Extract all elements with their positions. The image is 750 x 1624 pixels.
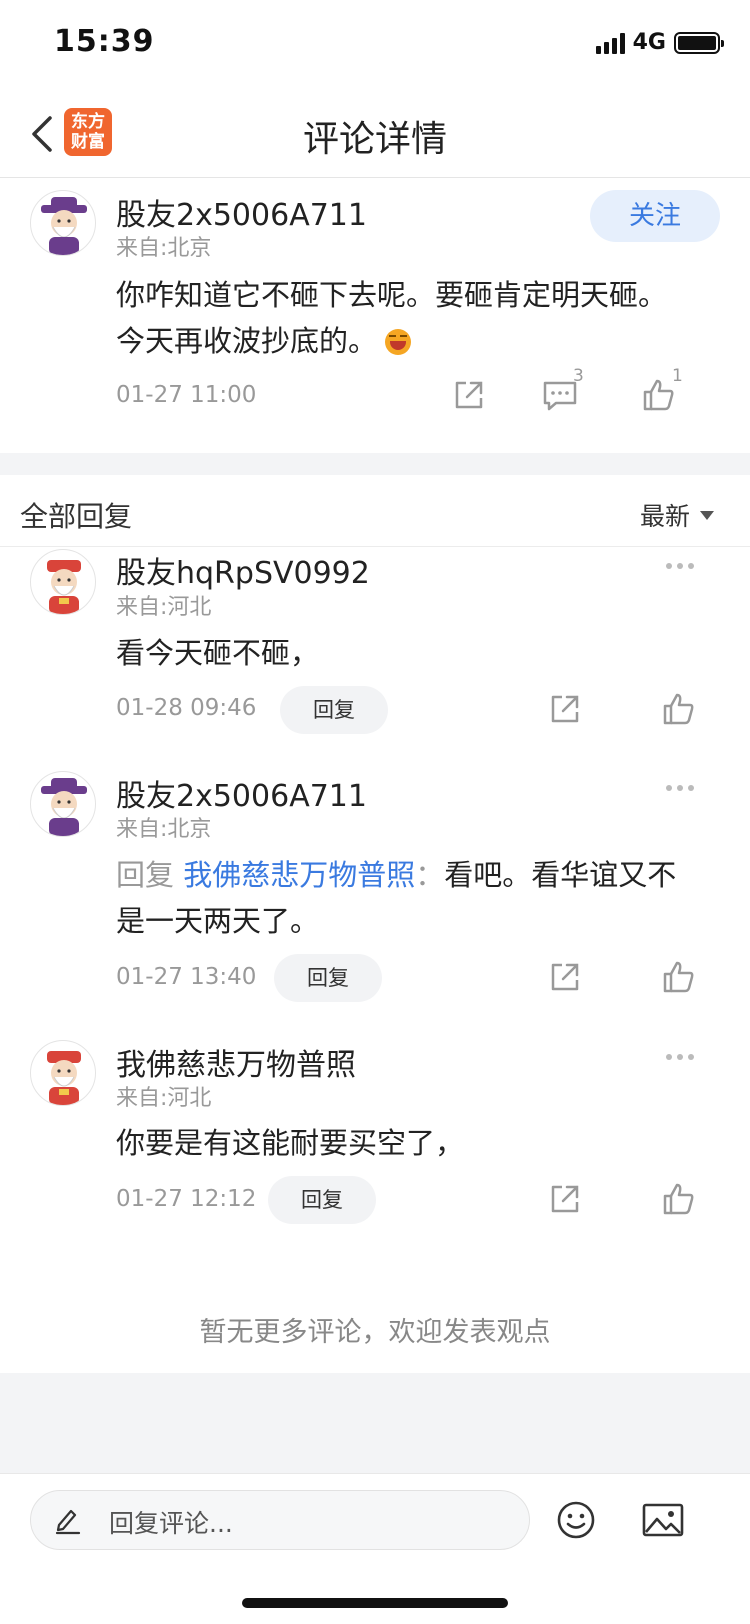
pencil-icon [55,1509,81,1535]
avatar-image [47,560,81,614]
page-title: 评论详情 [302,119,447,160]
battery-icon [674,31,724,54]
reply-time: 01-28 09:46 [116,695,257,721]
image-icon[interactable] [642,1502,684,1538]
share-icon[interactable] [548,692,582,726]
user-location: 来自:河北 [116,1086,212,1111]
reply-button[interactable]: 回复 [274,954,382,1002]
sort-label: 最新 [639,502,690,531]
reply-content: 回复 我佛慈悲万物普照：看吧。看华谊又不 是一天两天了。 [116,858,677,938]
status-icons: 4G [595,30,724,55]
reply-button[interactable]: 回复 [268,1176,376,1224]
bottom-spacer [0,1373,750,1473]
mention-link[interactable]: 我佛慈悲万物普照 [183,858,415,892]
reply-time: 01-27 13:40 [116,964,257,990]
nav-bar: 东方 财富 评论详情 [0,90,750,178]
sort-dropdown[interactable]: 最新 [640,497,714,533]
share-icon[interactable] [548,960,582,994]
reply-input[interactable]: 回复评论... [30,1490,530,1550]
share-icon[interactable] [452,378,486,412]
emoji-icon[interactable] [556,1500,596,1540]
network-type: 4G [632,30,666,55]
avatar[interactable] [30,771,96,837]
reply-button[interactable]: 回复 [280,686,388,734]
replies-title: 全部回复 [20,500,133,533]
reply-content: 你要是有这能耐要买空了， [116,1126,465,1160]
signal-icon [595,32,625,54]
avatar-image [41,778,87,836]
user-location: 来自:河北 [116,595,212,620]
like-count: 1 [672,366,683,386]
caret-down-icon [700,510,714,520]
reply-bar: 回复评论... [0,1473,750,1624]
no-more-comments: 暂无更多评论，欢迎发表观点 [199,1317,551,1348]
username[interactable]: 股友2x5006A711 [116,771,367,815]
comment-content: 你咋知道它不砸下去呢。要砸肯定明天砸。 今天再收波抄底的。 [116,278,668,358]
replies-header: 全部回复 最新 [0,475,750,547]
like-icon[interactable] [642,378,676,412]
follow-button[interactable]: 关注 [590,190,720,242]
share-icon[interactable] [548,1182,582,1216]
username[interactable]: 股友2x5006A711 [116,190,367,234]
quote-separator: ： [415,858,445,892]
avatar-image [47,1051,81,1105]
more-icon[interactable] [666,1054,694,1060]
reply-time: 01-27 12:12 [116,1186,257,1212]
home-indicator [242,1598,508,1608]
avatar[interactable] [30,549,96,615]
user-location: 来自:北京 [116,236,212,261]
laughing-emoji-icon [385,329,412,355]
avatar-image [41,197,87,255]
username[interactable]: 我佛慈悲万物普照 [116,1040,356,1084]
like-icon[interactable] [662,960,696,994]
avatar[interactable] [30,1040,96,1106]
status-time: 15:39 [54,24,155,59]
comment-count: 3 [573,366,584,386]
more-icon[interactable] [666,785,694,791]
reply-content: 看今天砸不砸， [116,636,320,670]
user-location: 来自:北京 [116,817,212,842]
avatar[interactable] [30,190,96,256]
more-icon[interactable] [666,563,694,569]
like-icon[interactable] [662,1182,696,1216]
section-divider [0,453,750,475]
comment-time: 01-27 11:00 [116,382,257,408]
username[interactable]: 股友hqRpSV0992 [116,548,370,592]
like-icon[interactable] [662,692,696,726]
reply-input-placeholder: 回复评论... [109,1509,233,1538]
reply-to-label: 回复 [116,858,184,892]
